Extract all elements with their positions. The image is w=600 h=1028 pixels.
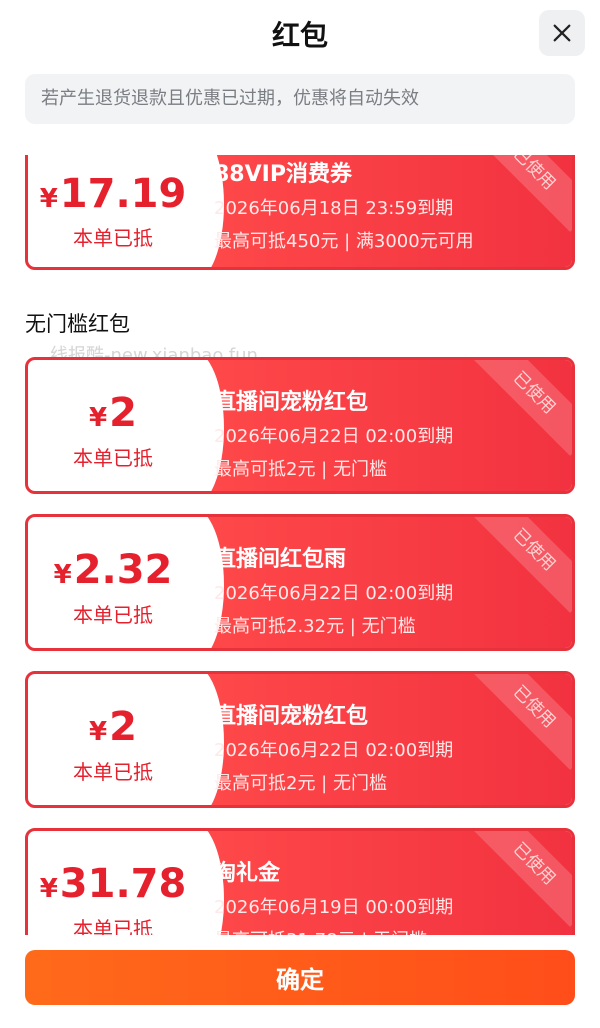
coupon-deduct-label: 本单已抵	[73, 760, 153, 784]
coupon-limit: 最高可抵31.78元 | 无门槛	[214, 926, 427, 935]
page-title: 红包	[271, 19, 328, 52]
coupon-name: 直播间宠粉红包	[214, 704, 369, 729]
coupon-card[interactable]: ¥2 本单已抵 直播间宠粉红包 2026年06月22日 02:00到期 最高可抵…	[25, 671, 575, 808]
section-title: 无门槛红包	[25, 312, 130, 336]
coupon-limit: 最高可抵2.32元 | 无门槛	[214, 616, 416, 637]
coupon-deduct-label: 本单已抵	[73, 446, 153, 470]
coupon-deduct-label: 本单已抵	[73, 917, 153, 935]
coupon-expiry: 2026年06月18日 23:59到期	[214, 198, 454, 219]
close-button[interactable]	[539, 10, 585, 56]
coupon-expiry: 2026年06月19日 00:00到期	[214, 897, 454, 918]
coupon-expiry: 2026年06月22日 02:00到期	[214, 583, 454, 604]
coupon-limit: 最高可抵2元 | 无门槛	[214, 459, 387, 480]
coupon-card[interactable]: ¥2.32 本单已抵 直播间红包雨 2026年06月22日 02:00到期 最高…	[25, 514, 575, 651]
footer: 确定	[0, 935, 600, 1028]
coupon-card[interactable]: ¥31.78 本单已抵 淘礼金 2026年06月19日 00:00到期 最高可抵…	[25, 828, 575, 935]
coupon-limit: 最高可抵2元 | 无门槛	[214, 773, 387, 794]
confirm-button[interactable]: 确定	[25, 950, 575, 1005]
coupon-amount: ¥2.32	[53, 547, 173, 593]
coupon-card[interactable]: ¥2 本单已抵 直播间宠粉红包 2026年06月22日 02:00到期 最高可抵…	[25, 357, 575, 494]
coupon-name: 直播间宠粉红包	[214, 390, 369, 415]
close-icon	[553, 24, 571, 42]
coupon-expiry: 2026年06月22日 02:00到期	[214, 426, 454, 447]
coupon-deduct-label: 本单已抵	[73, 226, 153, 250]
coupon-amount: ¥31.78	[39, 861, 187, 907]
notice-banner: 若产生退货退款且优惠已过期，优惠将自动失效	[25, 74, 575, 124]
coupon-amount: ¥17.19	[39, 171, 187, 217]
coupon-list[interactable]: ¥17.19 本单已抵 88VIP消费券 2026年06月18日 23:59到期…	[0, 155, 600, 935]
header: 红包	[0, 0, 600, 70]
coupon-name: 88VIP消费券	[214, 162, 352, 187]
coupon-name: 直播间红包雨	[214, 547, 347, 572]
coupon-amount: ¥2	[89, 704, 137, 750]
coupon-limit: 最高可抵450元 | 满3000元可用	[214, 231, 474, 252]
coupon-expiry: 2026年06月22日 02:00到期	[214, 740, 454, 761]
coupon-name: 淘礼金	[214, 861, 281, 886]
coupon-amount: ¥2	[89, 390, 137, 436]
coupon-card[interactable]: ¥17.19 本单已抵 88VIP消费券 2026年06月18日 23:59到期…	[25, 155, 575, 270]
coupon-deduct-label: 本单已抵	[73, 603, 153, 627]
